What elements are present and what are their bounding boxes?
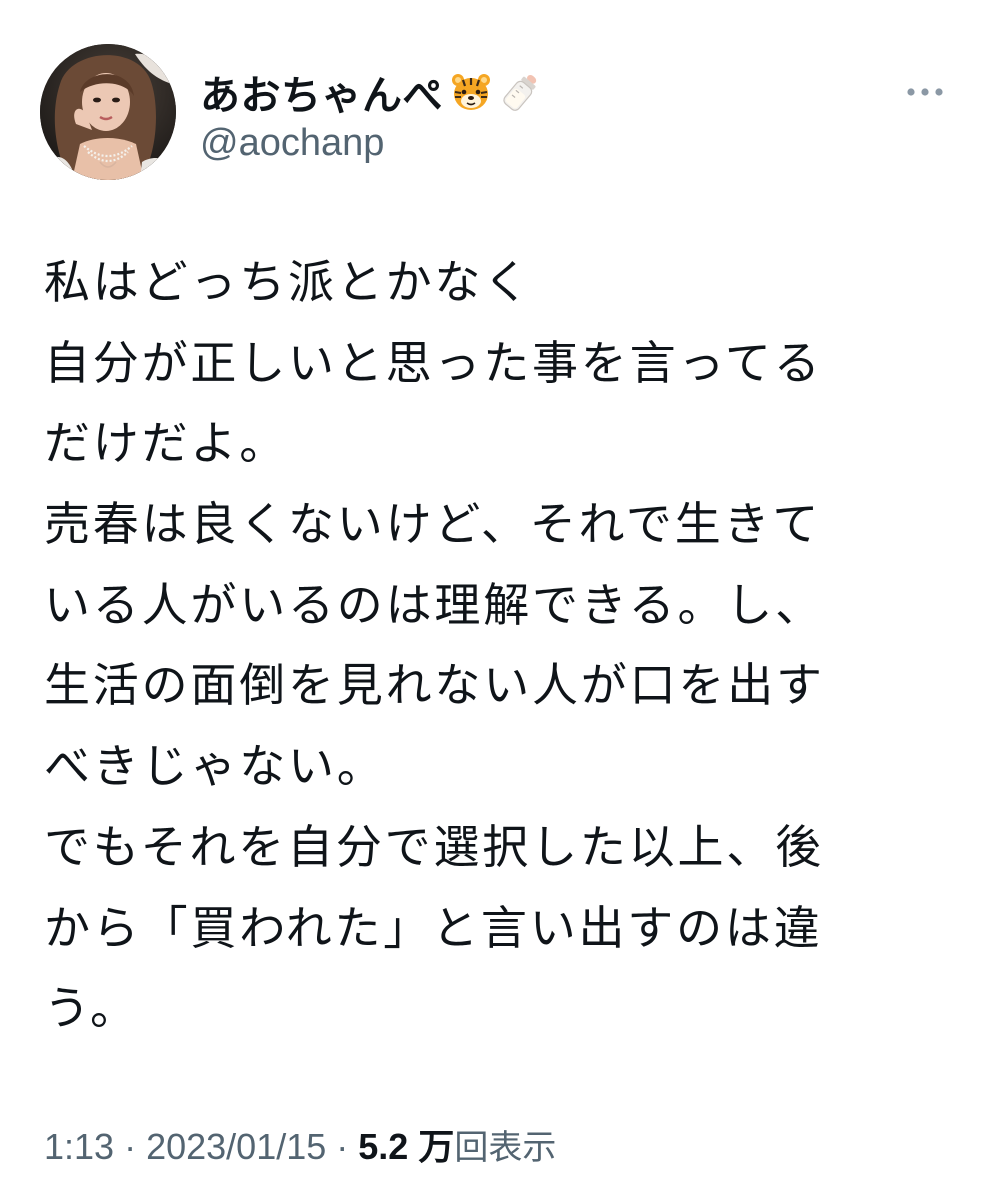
views-label: 回表示 bbox=[454, 1128, 557, 1168]
tweet-line: 自分が正しいと思った事を言ってる bbox=[44, 335, 823, 390]
tweet-line: 私はどっち派とかなく bbox=[44, 255, 532, 309]
tweet-line: う。 bbox=[44, 981, 139, 1036]
meta-separator: · bbox=[336, 1126, 349, 1167]
more-horizontal-icon bbox=[907, 88, 943, 96]
tweet-time[interactable]: 1:13 bbox=[44, 1126, 114, 1167]
tweet-line: でもそれを自分で選択した以上、後 bbox=[44, 819, 824, 874]
views-count[interactable]: 5.2 万 bbox=[358, 1126, 454, 1167]
baby-bottle-icon bbox=[499, 70, 543, 114]
tweet-header: あおちゃんぺ @aochanp bbox=[40, 44, 949, 184]
tweet-meta: 1:13 · 2023/01/15 · 5.2 万回表示 bbox=[44, 1118, 556, 1170]
tweet-date[interactable]: 2023/01/15 bbox=[146, 1126, 326, 1167]
meta-separator: · bbox=[124, 1126, 137, 1167]
tweet-line: だけだよ。 bbox=[44, 416, 288, 471]
tweet-line: いる人がいるのは理解できる。し、 bbox=[44, 577, 824, 632]
tweet-line: 生活の面倒を見れない人が口を出す bbox=[44, 658, 825, 713]
tweet-line: 売春は良くないけど、それで生きて bbox=[44, 497, 822, 552]
author-handle[interactable]: @aochanp bbox=[200, 122, 543, 165]
tweet: あおちゃんぺ @aochanp 私はどっち派とかなく 自分が正しいと思った事を言… bbox=[0, 0, 989, 1200]
avatar[interactable] bbox=[40, 44, 176, 180]
display-name[interactable]: あおちゃんぺ bbox=[200, 63, 443, 121]
tweet-text: 私はどっち派とかなく 自分が正しいと思った事を言ってる だけだよ。 売春は良くな… bbox=[44, 242, 944, 1049]
tweet-line: べきじゃない。 bbox=[44, 739, 386, 794]
avatar-image bbox=[40, 44, 176, 180]
author-names: あおちゃんぺ @aochanp bbox=[200, 64, 543, 165]
more-options-button[interactable] bbox=[901, 68, 949, 116]
tweet-line: から「買われた」と言い出すのは違 bbox=[44, 900, 823, 955]
tiger-face-icon bbox=[449, 70, 493, 114]
display-name-row[interactable]: あおちゃんぺ bbox=[200, 64, 543, 120]
